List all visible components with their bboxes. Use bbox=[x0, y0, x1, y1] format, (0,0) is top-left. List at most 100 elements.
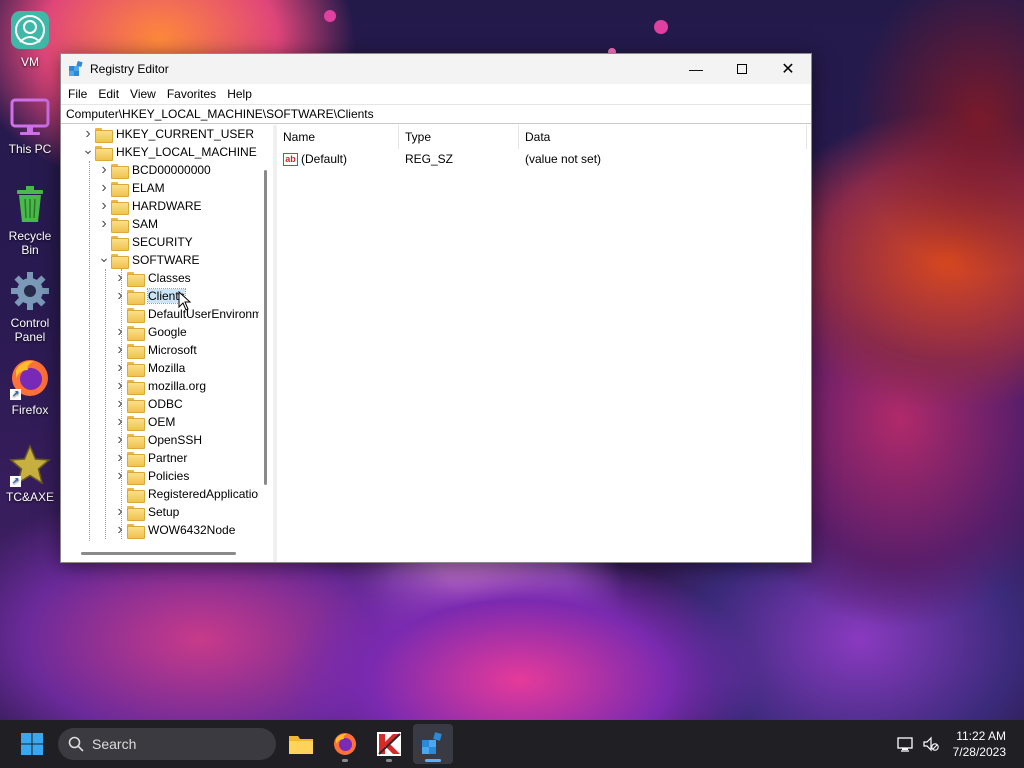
taskbar-file-explorer[interactable] bbox=[281, 724, 321, 764]
tree-node[interactable]: › Setup bbox=[113, 503, 179, 521]
star-icon: ↗ bbox=[8, 443, 52, 487]
taskbar-kaspersky[interactable] bbox=[369, 724, 409, 764]
column-header-data[interactable]: Data bbox=[519, 125, 807, 149]
tree-node[interactable]: › mozilla.org bbox=[113, 377, 206, 395]
tree-node[interactable]: SECURITY bbox=[97, 233, 193, 251]
file-explorer-icon bbox=[289, 736, 313, 754]
chevron-right-icon[interactable]: › bbox=[113, 269, 127, 287]
chevron-right-icon[interactable]: › bbox=[113, 431, 127, 449]
tree-node[interactable]: ⌄ SOFTWARE bbox=[97, 249, 200, 269]
tree-node[interactable]: › HARDWARE bbox=[97, 197, 202, 215]
taskbar: Search 11:22 AM 7/28/2023 bbox=[0, 720, 1024, 768]
tree-node[interactable]: › ELAM bbox=[97, 179, 165, 197]
taskbar-clock[interactable]: 11:22 AM 7/28/2023 bbox=[953, 728, 1006, 760]
column-header-type[interactable]: Type bbox=[399, 125, 519, 149]
tree-node[interactable]: › OEM bbox=[113, 413, 175, 431]
taskbar-search-box[interactable]: Search bbox=[58, 728, 276, 760]
tree-node[interactable]: › OpenSSH bbox=[113, 431, 202, 449]
tree-node[interactable]: › Partner bbox=[113, 449, 187, 467]
chevron-right-icon[interactable]: › bbox=[113, 467, 127, 485]
tree-node[interactable]: › Clients bbox=[113, 287, 186, 305]
start-icon bbox=[21, 733, 43, 755]
desktop-icon-tc-axe[interactable]: ↗ TC&AXE bbox=[0, 443, 60, 504]
folder-icon bbox=[127, 505, 145, 521]
clock-time: 11:22 AM bbox=[956, 729, 1006, 743]
chevron-right-icon[interactable]: › bbox=[113, 503, 127, 521]
close-button[interactable]: ✕ bbox=[765, 54, 811, 84]
chevron-right-icon[interactable]: › bbox=[97, 215, 111, 233]
tree-node[interactable]: › Classes bbox=[113, 269, 191, 287]
tree-node-label: mozilla.org bbox=[148, 379, 207, 393]
values-pane[interactable]: Name Type Data ab (Default) REG_SZ (valu… bbox=[277, 125, 811, 562]
tree-node[interactable]: › SAM bbox=[97, 215, 158, 233]
menu-favorites[interactable]: Favorites bbox=[163, 87, 220, 101]
tree-node[interactable]: › Google bbox=[113, 323, 187, 341]
minimize-button[interactable]: — bbox=[673, 54, 719, 84]
registry-editor-window[interactable]: Registry Editor — ✕ File Edit View Favor… bbox=[60, 53, 812, 563]
chevron-right-icon[interactable]: › bbox=[113, 287, 127, 305]
folder-icon bbox=[127, 271, 145, 287]
taskbar-firefox[interactable] bbox=[325, 724, 365, 764]
desktop-icon-label: Control Panel bbox=[10, 316, 50, 344]
chevron-right-icon[interactable]: › bbox=[113, 413, 127, 431]
tree-node[interactable]: › Microsoft bbox=[113, 341, 197, 359]
desktop-icon-firefox[interactable]: ↗ Firefox bbox=[0, 356, 60, 417]
tree-pane[interactable]: › HKEY_CURRENT_USER ⌄ HKEY_LOCAL_MACHINE › BC… bbox=[61, 125, 277, 562]
desktop-icon-control-panel[interactable]: Control Panel bbox=[0, 269, 60, 344]
desktop-icon-recycle-bin[interactable]: Recycle Bin bbox=[0, 182, 60, 257]
chevron-right-icon[interactable]: › bbox=[113, 377, 127, 395]
tree-node[interactable]: › WOW6432Node bbox=[113, 521, 235, 539]
tree-node-label: ELAM bbox=[132, 181, 165, 195]
shortcut-arrow-icon: ↗ bbox=[10, 476, 21, 487]
value-data: (value not set) bbox=[525, 152, 602, 166]
scrollbar-thumb[interactable] bbox=[81, 552, 236, 555]
menu-view[interactable]: View bbox=[126, 87, 160, 101]
scrollbar-thumb[interactable] bbox=[264, 170, 267, 485]
tree-guide-line bbox=[105, 269, 106, 539]
taskbar-registry-editor[interactable] bbox=[413, 724, 453, 764]
volume-muted-icon[interactable] bbox=[923, 736, 939, 752]
chevron-right-icon[interactable]: › bbox=[113, 395, 127, 413]
wallpaper-orb bbox=[324, 10, 336, 22]
address-bar[interactable]: Computer\HKEY_LOCAL_MACHINE\SOFTWARE\Cli… bbox=[61, 104, 811, 124]
tree-node[interactable]: › Policies bbox=[113, 467, 189, 485]
chevron-down-icon[interactable]: ⌄ bbox=[97, 249, 111, 269]
chevron-right-icon[interactable]: › bbox=[97, 179, 111, 197]
tree-node[interactable]: › HKEY_CURRENT_USER bbox=[81, 125, 254, 143]
tree-node-label: Partner bbox=[148, 451, 188, 465]
chevron-right-icon[interactable]: › bbox=[97, 197, 111, 215]
chevron-right-icon[interactable]: › bbox=[113, 359, 127, 377]
chevron-right-icon[interactable]: › bbox=[113, 449, 127, 467]
tree-horizontal-scrollbar[interactable] bbox=[61, 544, 273, 562]
tree-node-label: Policies bbox=[148, 469, 190, 483]
chevron-right-icon[interactable]: › bbox=[113, 323, 127, 341]
tree-node[interactable]: › Mozilla bbox=[113, 359, 185, 377]
maximize-button[interactable] bbox=[719, 54, 765, 84]
folder-icon bbox=[127, 415, 145, 431]
tree-node[interactable]: › BCD00000000 bbox=[97, 161, 211, 179]
folder-icon bbox=[127, 433, 145, 449]
menu-file[interactable]: File bbox=[64, 87, 91, 101]
network-icon[interactable] bbox=[896, 736, 913, 752]
tree-node-label: SAM bbox=[132, 217, 159, 231]
start-button[interactable] bbox=[12, 724, 52, 764]
tree-node[interactable]: › ODBC bbox=[113, 395, 183, 413]
desktop-icon-this-pc[interactable]: This PC bbox=[0, 95, 60, 156]
table-row[interactable]: ab (Default) REG_SZ (value not set) bbox=[277, 149, 811, 169]
tree-node-label: RegisteredApplications bbox=[148, 487, 259, 501]
column-header-name[interactable]: Name bbox=[277, 125, 399, 149]
desktop-icon-vm[interactable]: VM bbox=[0, 8, 60, 69]
chevron-right-icon[interactable]: › bbox=[113, 341, 127, 359]
menu-edit[interactable]: Edit bbox=[94, 87, 123, 101]
menu-help[interactable]: Help bbox=[223, 87, 256, 101]
wallpaper-orb bbox=[654, 20, 668, 34]
tree-node[interactable]: ⌄ HKEY_LOCAL_MACHINE bbox=[81, 141, 257, 161]
chevron-down-icon[interactable]: ⌄ bbox=[81, 141, 95, 161]
chevron-right-icon[interactable]: › bbox=[113, 521, 127, 539]
title-bar[interactable]: Registry Editor — ✕ bbox=[61, 54, 811, 84]
chevron-right-icon[interactable]: › bbox=[97, 161, 111, 179]
tree-vertical-scrollbar[interactable] bbox=[259, 125, 273, 544]
registry-tree[interactable]: › HKEY_CURRENT_USER ⌄ HKEY_LOCAL_MACHINE › BC… bbox=[61, 125, 259, 544]
folder-icon bbox=[111, 181, 129, 197]
tree-node[interactable]: RegisteredApplications bbox=[113, 485, 259, 503]
